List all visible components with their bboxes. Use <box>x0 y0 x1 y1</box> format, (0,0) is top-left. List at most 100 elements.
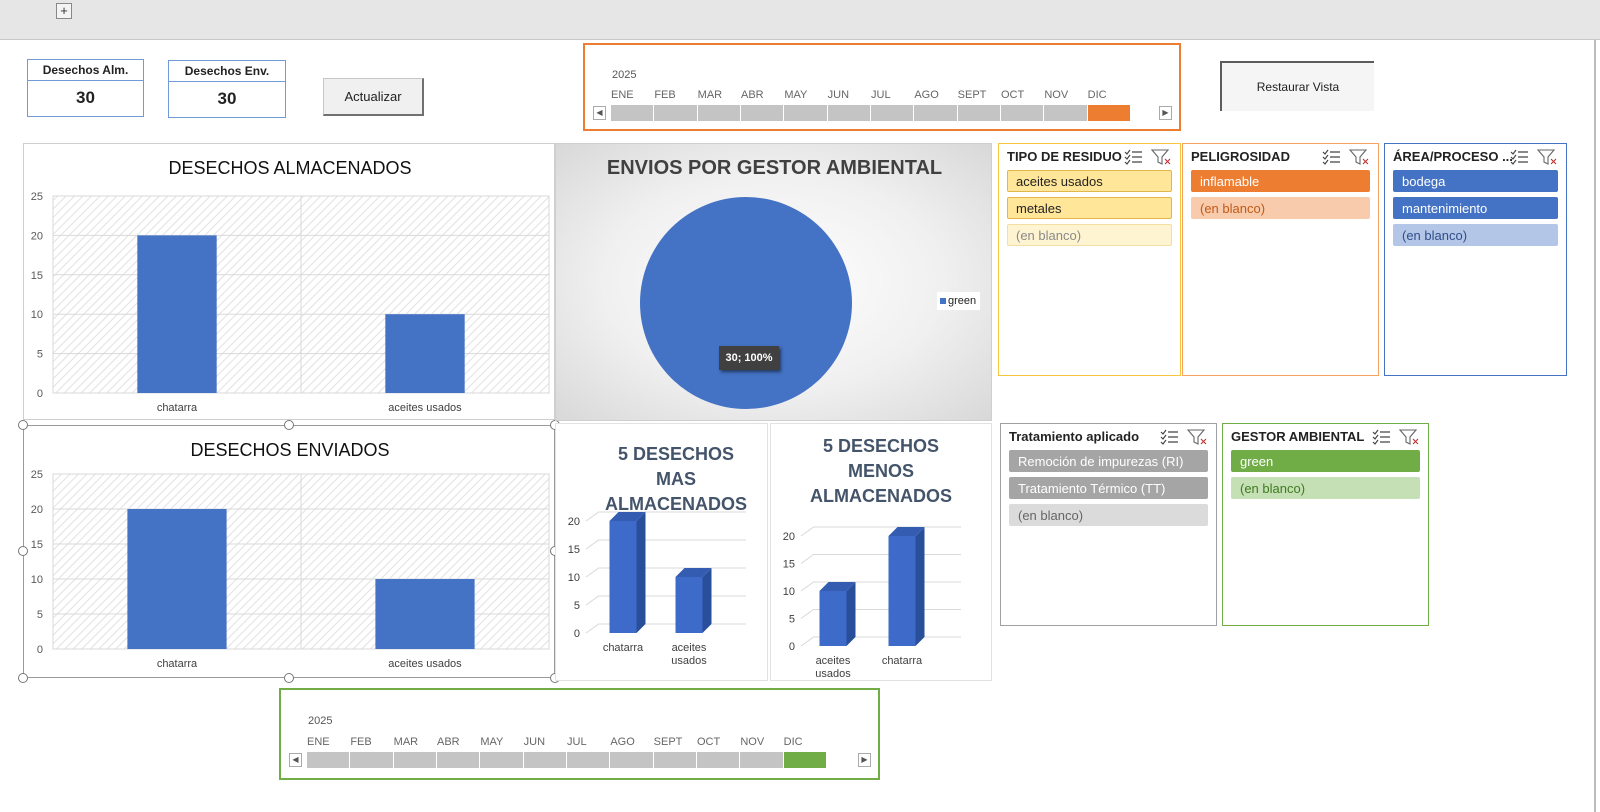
timeline-month-may[interactable]: MAY <box>480 736 503 748</box>
clear-filter-icon[interactable] <box>1150 149 1171 165</box>
timeline-month-jul[interactable]: JUL <box>871 89 891 101</box>
timeline-period-jun[interactable] <box>523 752 567 768</box>
slicer-toolbar-svg <box>1510 149 1557 165</box>
multi-select-icon[interactable] <box>1372 429 1390 445</box>
chart-envios-gestor[interactable]: ENVIOS POR GESTOR AMBIENTAL green 30; 10… <box>555 143 992 421</box>
slicer-gestor-ambiental[interactable]: GESTOR AMBIENTAL green (en blanco) <box>1222 423 1429 626</box>
chart-5-menos-almacenados[interactable]: 5 DESECHOS MENOS ALMACENADOS 0 5 10 15 20 ace… <box>770 423 992 681</box>
slicer-item[interactable]: (en blanco) <box>1393 224 1558 246</box>
timeline-month-mar[interactable]: MAR <box>394 736 418 748</box>
slicer-item[interactable]: (en blanco) <box>1231 477 1420 499</box>
timeline-period-oct[interactable] <box>696 752 741 768</box>
timeline-month-mar[interactable]: MAR <box>698 89 722 101</box>
timeline-month-oct[interactable]: OCT <box>697 736 720 748</box>
timeline-period-nov[interactable] <box>740 752 784 768</box>
timeline-month-jul[interactable]: JUL <box>567 736 587 748</box>
x-tick-label: chatarra <box>157 658 198 670</box>
scroll-right-icon[interactable]: ▶ <box>858 753 871 767</box>
timeline-month-dic[interactable]: DIC <box>784 736 803 748</box>
timeline-period-dic[interactable] <box>783 752 827 768</box>
timeline-month-nov[interactable]: NOV <box>1044 89 1068 101</box>
timeline-month-feb[interactable]: FEB <box>654 89 675 101</box>
expand-plus-icon[interactable]: + <box>56 3 72 19</box>
timeline-month-ago[interactable]: AGO <box>610 736 634 748</box>
slicer-tipo-residuo[interactable]: TIPO DE RESIDUO aceites usados metales (en… <box>998 143 1181 376</box>
timeline-bars[interactable] <box>307 752 827 768</box>
timeline-period-nov[interactable] <box>1044 105 1088 121</box>
chart-desechos-almacenados[interactable]: DESECHOS ALMACENADOS 0 5 10 15 20 25 chatarra a… <box>23 143 555 420</box>
timeline-bars[interactable] <box>611 105 1131 121</box>
timeline-period-ago[interactable] <box>914 105 958 121</box>
actualizar-button[interactable]: Actualizar <box>323 78 424 116</box>
timeline-period-jul[interactable] <box>870 105 915 121</box>
scroll-left-icon[interactable]: ◀ <box>593 106 606 120</box>
timeline-month-sept[interactable]: SEPT <box>654 736 683 748</box>
chart-5-mas-almacenados[interactable]: 5 DESECHOS MAS ALMACENADOS 0 5 10 15 20 chata… <box>555 423 768 681</box>
kpi-desechos-alm: Desechos Alm. 30 <box>27 59 144 117</box>
slicer-item[interactable]: (en blanco) <box>1191 197 1370 219</box>
multi-select-icon[interactable] <box>1124 149 1142 165</box>
timeline-month-ene[interactable]: ENE <box>307 736 330 748</box>
multi-select-icon[interactable] <box>1510 149 1528 165</box>
timeline-period-may[interactable] <box>784 105 828 121</box>
timeline-period-feb[interactable] <box>654 105 698 121</box>
bar-aceites-usados <box>375 579 475 649</box>
resize-handle[interactable] <box>18 420 28 430</box>
clear-filter-icon[interactable] <box>1398 429 1419 445</box>
slicer-item[interactable]: mantenimiento <box>1393 197 1558 219</box>
timeline-month-may[interactable]: MAY <box>784 89 807 101</box>
resize-handle[interactable] <box>284 673 294 683</box>
slicer-tratamiento-aplicado[interactable]: Tratamiento aplicado Remoción de impurez… <box>1000 423 1217 626</box>
timeline-month-nov[interactable]: NOV <box>740 736 764 748</box>
timeline-period-ago[interactable] <box>610 752 654 768</box>
resize-handle[interactable] <box>284 420 294 430</box>
timeline-month-abr[interactable]: ABR <box>741 89 764 101</box>
timeline-period-abr[interactable] <box>436 752 481 768</box>
timeline-period-oct[interactable] <box>1000 105 1045 121</box>
x-tick-label: aceites usados <box>388 658 462 670</box>
timeline-period-sept[interactable] <box>653 752 697 768</box>
timeline-period-jul[interactable] <box>566 752 611 768</box>
timeline-month-sept[interactable]: SEPT <box>958 89 987 101</box>
timeline-period-abr[interactable] <box>740 105 785 121</box>
timeline-period-feb[interactable] <box>350 752 394 768</box>
timeline-top[interactable]: 2025 ENE FEB MAR ABR MAY JUN JUL AGO SEPT OCT NOV D… <box>583 43 1181 131</box>
resize-handle[interactable] <box>18 546 28 556</box>
slicer-peligrosidad[interactable]: PELIGROSIDAD inflamable (en blanco) <box>1182 143 1379 376</box>
timeline-month-jun[interactable]: JUN <box>524 736 545 748</box>
kpi-desechos-env: Desechos Env. 30 <box>168 60 286 118</box>
multi-select-icon[interactable] <box>1322 149 1340 165</box>
slicer-item[interactable]: (en blanco) <box>1007 224 1172 246</box>
timeline-period-mar[interactable] <box>697 105 741 121</box>
slicer-area-proceso[interactable]: ÁREA/PROCESO ... bodega mantenimiento (en … <box>1384 143 1567 376</box>
timeline-month-dic[interactable]: DIC <box>1088 89 1107 101</box>
timeline-month-oct[interactable]: OCT <box>1001 89 1024 101</box>
scroll-right-icon[interactable]: ▶ <box>1159 106 1172 120</box>
slicer-item[interactable]: Tratamiento Térmico (TT) <box>1009 477 1208 499</box>
timeline-month-abr[interactable]: ABR <box>437 736 460 748</box>
timeline-bottom[interactable]: 2025 ENE FEB MAR ABR MAY JUN JUL AGO SEPT OCT NOV D… <box>279 688 880 780</box>
restaurar-vista-button[interactable]: Restaurar Vista <box>1220 61 1374 111</box>
resize-handle[interactable] <box>18 673 28 683</box>
timeline-period-sept[interactable] <box>957 105 1001 121</box>
timeline-month-feb[interactable]: FEB <box>350 736 371 748</box>
timeline-period-ene[interactable] <box>307 752 351 768</box>
timeline-month-jun[interactable]: JUN <box>828 89 849 101</box>
timeline-period-may[interactable] <box>480 752 524 768</box>
scroll-left-icon[interactable]: ◀ <box>289 753 302 767</box>
timeline-period-jun[interactable] <box>827 105 871 121</box>
chart-desechos-enviados[interactable]: DESECHOS ENVIADOS 0 5 10 15 20 25 chatarra acei… <box>23 425 555 678</box>
clear-filter-icon[interactable] <box>1536 149 1557 165</box>
bar-side-aceites-usados <box>846 582 856 646</box>
timeline-period-mar[interactable] <box>393 752 437 768</box>
timeline-month-ago[interactable]: AGO <box>914 89 938 101</box>
multi-select-icon[interactable] <box>1160 429 1178 445</box>
clear-filter-icon[interactable] <box>1186 429 1207 445</box>
slicer-item[interactable]: (en blanco) <box>1009 504 1208 526</box>
slicer-item[interactable]: metales <box>1007 197 1172 219</box>
timeline-period-ene[interactable] <box>611 105 655 121</box>
timeline-month-ene[interactable]: ENE <box>611 89 634 101</box>
timeline-period-dic[interactable] <box>1087 105 1131 121</box>
clear-filter-icon[interactable] <box>1348 149 1369 165</box>
y-tick-label: 20 <box>31 230 43 242</box>
